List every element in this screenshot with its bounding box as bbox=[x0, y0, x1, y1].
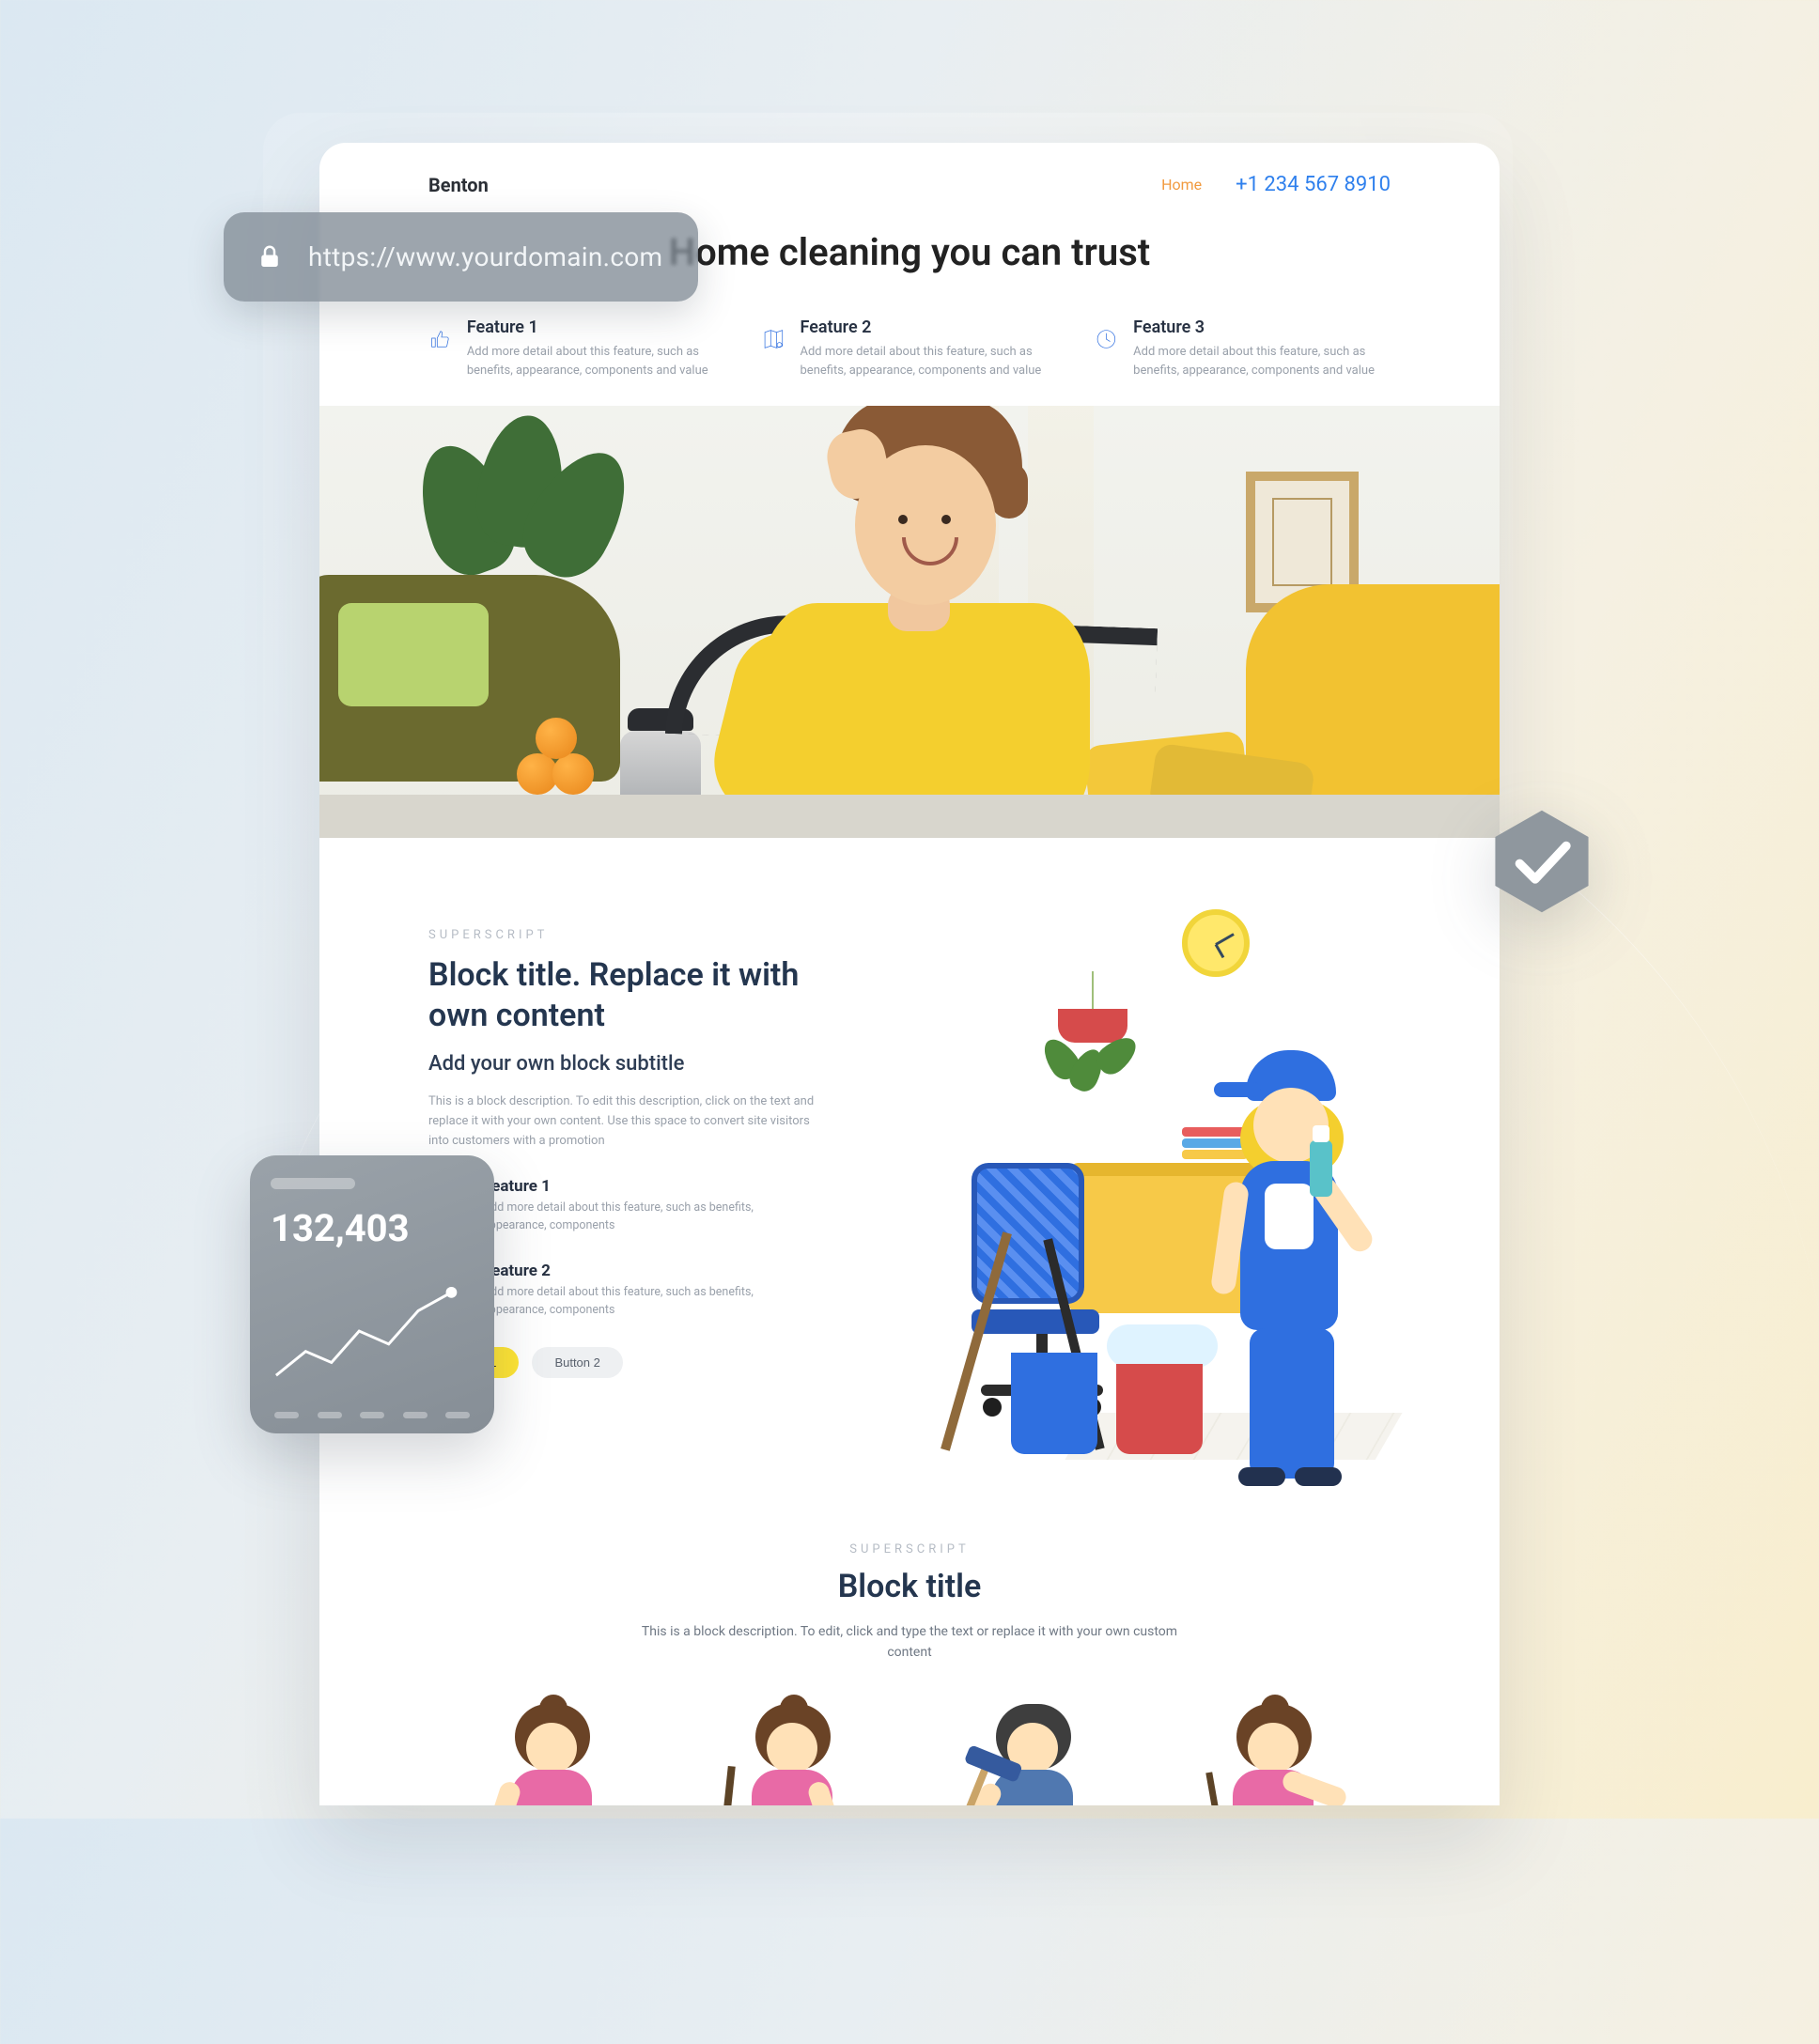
block1-illustration bbox=[928, 928, 1391, 1454]
clock-icon bbox=[1095, 317, 1118, 361]
feature-3: Feature 3 Add more detail about this fea… bbox=[1095, 317, 1391, 379]
top-nav: Home +1 234 567 8910 bbox=[1161, 173, 1391, 196]
hero-image bbox=[319, 406, 1500, 838]
cleaner-figure-3 bbox=[926, 1700, 1133, 1805]
content-block-1: SUPERSCRIPT Block title. Replace it with… bbox=[428, 838, 1391, 1492]
block1-feature-1-title: Feature 1 bbox=[483, 1177, 784, 1196]
feature-1: Feature 1 Add more detail about this fea… bbox=[428, 317, 724, 379]
features-row: Feature 1 Add more detail about this fea… bbox=[428, 317, 1391, 379]
brand-name: Benton bbox=[428, 174, 489, 196]
feature-2: Feature 2 Add more detail about this fea… bbox=[762, 317, 1058, 379]
block1-feature-2-desc: Add more detail about this feature, such… bbox=[483, 1284, 784, 1320]
block1-feature-2-title: Feature 2 bbox=[483, 1262, 784, 1280]
block1-description: This is a block description. To edit thi… bbox=[428, 1092, 832, 1151]
block2-description: This is a block description. To edit, cl… bbox=[618, 1622, 1201, 1663]
feature-1-title: Feature 1 bbox=[467, 317, 724, 337]
success-check-badge bbox=[1486, 806, 1597, 917]
feature-2-desc: Add more detail about this feature, such… bbox=[801, 343, 1058, 379]
people-illustration-row bbox=[428, 1700, 1391, 1805]
feature-1-desc: Add more detail about this feature, such… bbox=[467, 343, 724, 379]
feature-3-desc: Add more detail about this feature, such… bbox=[1133, 343, 1391, 379]
lock-icon bbox=[256, 243, 284, 271]
block1-superscript: SUPERSCRIPT bbox=[428, 928, 891, 942]
block2-title: Block title bbox=[428, 1568, 1391, 1605]
map-icon bbox=[762, 317, 785, 361]
stats-card: 132,403 bbox=[250, 1155, 494, 1433]
content-block-2: SUPERSCRIPT Block title This is a block … bbox=[428, 1492, 1391, 1805]
nav-home-link[interactable]: Home bbox=[1161, 176, 1202, 194]
stats-value: 132,403 bbox=[271, 1206, 474, 1250]
stats-axis bbox=[271, 1412, 474, 1420]
nav-phone[interactable]: +1 234 567 8910 bbox=[1236, 173, 1391, 196]
website-preview: Benton Home +1 234 567 8910 Home cleanin… bbox=[319, 143, 1500, 1805]
stats-label-placeholder bbox=[271, 1178, 355, 1189]
url-text: https://www.yourdomain.com bbox=[308, 241, 662, 272]
feature-2-title: Feature 2 bbox=[801, 317, 1058, 337]
cleaner-figure-4 bbox=[1167, 1700, 1374, 1805]
hanging-plant-icon bbox=[1041, 971, 1144, 1043]
block1-title: Block title. Replace it with own content bbox=[428, 955, 823, 1035]
feature-3-title: Feature 3 bbox=[1133, 317, 1391, 337]
cleaner-figure-2 bbox=[686, 1700, 893, 1805]
topbar: Benton Home +1 234 567 8910 bbox=[428, 143, 1391, 206]
trend-sparkline-icon bbox=[271, 1258, 474, 1412]
block2-superscript: SUPERSCRIPT bbox=[428, 1542, 1391, 1556]
block1-subtitle: Add your own block subtitle bbox=[428, 1052, 891, 1076]
block1-feature-1: Feature 1 Add more detail about this fea… bbox=[428, 1177, 891, 1235]
block1-feature-2: Feature 2 Add more detail about this fea… bbox=[428, 1262, 891, 1320]
wall-clock-icon bbox=[1182, 909, 1250, 977]
button-2[interactable]: Button 2 bbox=[532, 1347, 622, 1378]
thumbs-up-icon bbox=[428, 317, 452, 361]
cleaner-figure-1 bbox=[445, 1700, 652, 1805]
url-bar: https://www.yourdomain.com bbox=[224, 212, 698, 302]
block1-feature-1-desc: Add more detail about this feature, such… bbox=[483, 1200, 784, 1235]
